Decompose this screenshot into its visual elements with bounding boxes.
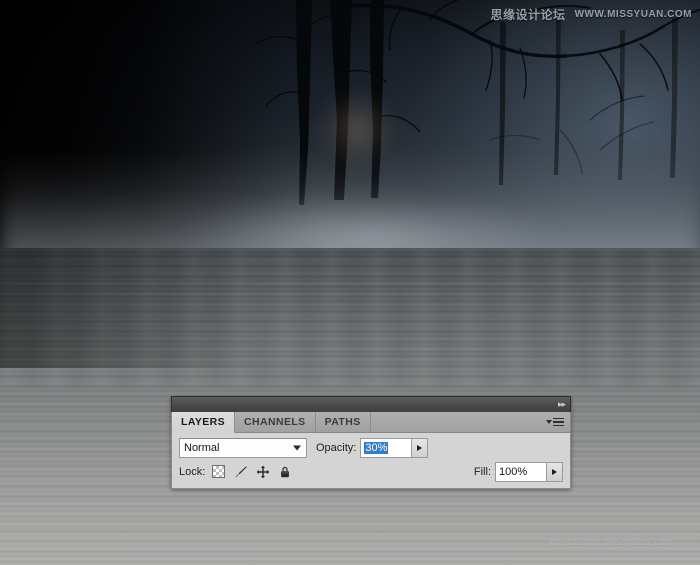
tab-paths-label: PATHS (324, 416, 361, 428)
opacity-value: 30% (364, 441, 389, 454)
blend-mode-value: Normal (184, 441, 220, 454)
blend-opacity-row: Normal Opacity: 30% (179, 437, 563, 458)
brush-icon[interactable] (233, 464, 248, 479)
panel-tab-strip: LAYERS CHANNELS PATHS (172, 412, 570, 433)
layers-panel: ▸▸ LAYERS CHANNELS PATHS Normal Opacity:… (171, 396, 571, 489)
opacity-control: 30% (360, 437, 429, 458)
lock-fill-row: Lock: Fill: 100% (179, 461, 563, 482)
fill-input[interactable]: 100% (495, 461, 546, 482)
blend-mode-select[interactable]: Normal (179, 437, 307, 458)
tab-layers-label: LAYERS (181, 416, 226, 428)
move-arrows-icon[interactable] (255, 464, 270, 479)
fill-label: Fill: (473, 465, 491, 478)
fill-control: 100% (495, 461, 563, 482)
panel-titlebar[interactable]: ▸▸ (171, 396, 571, 412)
lock-icons-group (211, 464, 292, 479)
panel-menu-lines-icon (553, 417, 564, 427)
water-left-shadow (0, 248, 260, 368)
panel-menu-icon[interactable] (544, 417, 566, 428)
tab-paths[interactable]: PATHS (315, 412, 371, 432)
opacity-label: Opacity: (316, 441, 357, 454)
padlock-icon[interactable] (277, 464, 292, 479)
photoshop-canvas-screenshot: 思缘设计论坛 WWW.MISSYUAN.COM photoshop.missyu… (0, 0, 700, 565)
lock-label: Lock: (179, 465, 206, 478)
fill-slider-arrow-icon[interactable] (546, 461, 563, 482)
chevron-down-icon (293, 445, 301, 450)
opacity-slider-arrow-icon[interactable] (411, 437, 429, 458)
fill-value: 100% (499, 465, 528, 478)
transparent-pixels-checker-icon[interactable] (211, 464, 226, 479)
tab-channels-label: CHANNELS (244, 416, 306, 428)
tab-strip-filler (370, 412, 570, 432)
panel-body: Normal Opacity: 30% Lock: Fill: 100% (172, 433, 570, 488)
panel-menu-triangle-icon (546, 420, 552, 424)
collapse-to-icons-icon[interactable]: ▸▸ (558, 400, 566, 409)
tab-layers[interactable]: LAYERS (172, 412, 236, 433)
tab-channels[interactable]: CHANNELS (235, 412, 316, 432)
opacity-input[interactable]: 30% (360, 437, 412, 458)
